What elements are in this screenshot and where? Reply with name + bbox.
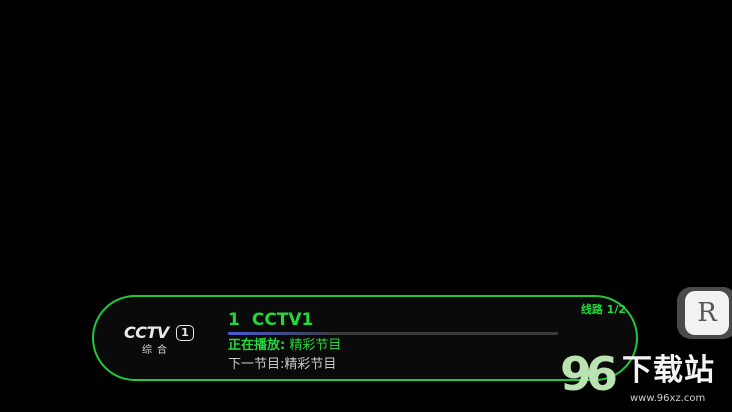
now-playing-title: 精彩节目 [289, 338, 342, 353]
now-playing: 正在播放: 精彩节目 [228, 337, 341, 355]
channel-logo-number: 1 [176, 325, 194, 341]
player-screen: CCTV 1 综合 1 CCTV1 正在播放: 精彩节目 下一节目:精彩节目 线路… [0, 0, 732, 412]
watermark-url: www.96xz.com [630, 393, 706, 404]
channel-title: 1 CCTV1 [228, 310, 313, 330]
next-program: 下一节目:精彩节目 [228, 356, 336, 374]
next-program-title: 精彩节目 [284, 357, 337, 372]
side-r-button[interactable]: R [677, 287, 732, 339]
r-icon: R [685, 291, 729, 335]
watermark-logo-digits: 96 [560, 347, 618, 401]
channel-logo-brand: CCTV [124, 323, 169, 342]
channel-name: CCTV1 [251, 310, 314, 330]
channel-logo: CCTV 1 综合 [124, 323, 198, 363]
now-playing-label: 正在播放: [228, 338, 286, 353]
route-indicator[interactable]: 线路 1/2 [581, 303, 626, 317]
next-program-label: 下一节目: [228, 357, 285, 372]
channel-number: 1 [228, 310, 240, 330]
program-progress-fill [228, 332, 337, 335]
watermark-title: 下载站 [622, 353, 715, 388]
program-progress-bar [228, 332, 558, 335]
channel-info-panel: CCTV 1 综合 1 CCTV1 正在播放: 精彩节目 下一节目:精彩节目 线路… [92, 295, 638, 381]
channel-logo-mark: CCTV 1 [124, 323, 198, 343]
site-watermark: 96 下载站 www.96xz.com [560, 347, 732, 412]
channel-logo-subtitle: 综合 [142, 345, 172, 356]
